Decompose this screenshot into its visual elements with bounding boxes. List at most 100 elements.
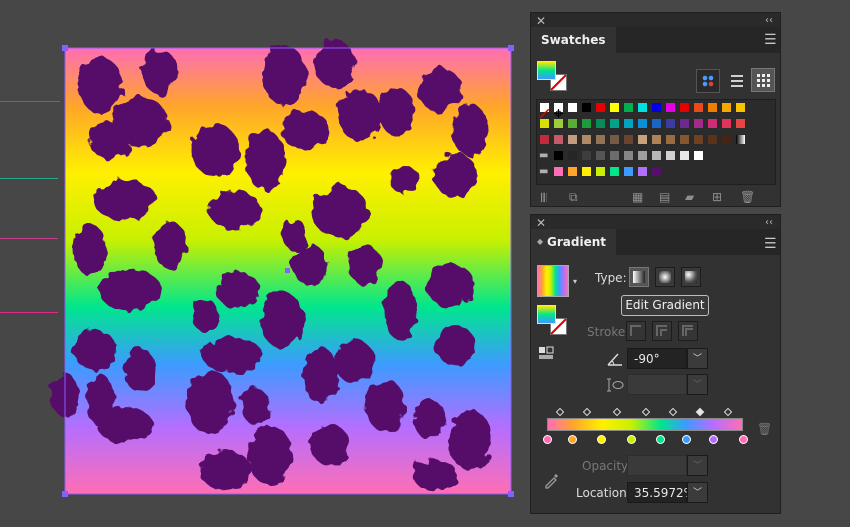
swatch[interactable] [581,102,592,113]
swatch[interactable] [637,102,648,113]
fill-stroke-icon[interactable] [537,61,569,93]
swatch-gradient[interactable] [735,134,746,145]
swatch[interactable] [609,134,620,145]
leopard-spot[interactable] [260,292,304,348]
gradient-midpoint[interactable] [582,407,592,417]
stroke-within-icon[interactable] [626,321,646,341]
swatch[interactable] [651,166,662,177]
selection-handle[interactable] [62,45,68,51]
swatch[interactable] [595,102,606,113]
panel-menu-icon[interactable]: ☰ [764,33,777,47]
panel-titlebar[interactable] [531,215,780,229]
swatch[interactable] [665,134,676,145]
swatch[interactable] [707,134,718,145]
swatch[interactable] [567,134,578,145]
tab-swatches[interactable]: Swatches [531,27,616,53]
reverse-gradient-icon[interactable] [537,345,557,361]
gradient-slider[interactable] [541,405,751,450]
swatch[interactable] [553,166,564,177]
swatch[interactable] [595,134,606,145]
swatch[interactable] [553,134,564,145]
swatch[interactable] [693,118,704,129]
swatch[interactable] [581,150,592,161]
leopard-spot[interactable] [338,89,382,141]
swatch-options-icon[interactable]: ▤ [659,190,670,204]
swatch-kind-icon[interactable]: ▦ [632,190,643,204]
collapse-icon[interactable]: ‹‹ [765,217,773,229]
swatch[interactable] [623,134,634,145]
collapse-icon[interactable]: ‹‹ [765,15,773,27]
leopard-spot[interactable] [302,347,338,403]
leopard-spot[interactable] [97,407,153,443]
leopard-spot[interactable] [418,68,462,112]
swatch[interactable] [721,118,732,129]
gradient-stop[interactable] [656,435,666,444]
swatch-grid[interactable]: ▬ ▬ [536,99,776,185]
swatch[interactable] [623,150,634,161]
swatch[interactable] [735,118,746,129]
leopard-spot[interactable] [365,379,405,431]
swatch[interactable] [595,118,606,129]
edit-gradient-button[interactable]: Edit Gradient [621,295,709,316]
swatch[interactable] [637,166,648,177]
delete-icon[interactable]: 🗑 [740,190,755,204]
leopard-spot[interactable] [88,122,132,158]
swatch[interactable] [539,118,550,129]
swatch-libraries-icon[interactable]: 𝄃𝄃 [541,191,546,205]
leopard-spot[interactable] [452,104,488,156]
leopard-spot[interactable] [98,270,162,310]
swatch[interactable] [609,166,620,177]
leopard-spot[interactable] [202,337,262,373]
leopard-spot[interactable] [245,130,285,190]
swatch-none[interactable] [539,102,550,119]
swatch[interactable] [651,102,662,113]
leopard-spot[interactable] [124,348,156,392]
swatch[interactable] [679,118,690,129]
gradient-midpoint[interactable] [641,407,651,417]
gradient-midpoint[interactable] [612,407,621,417]
selection-handle[interactable] [62,491,68,497]
swatch-registration[interactable] [553,102,564,118]
leopard-spot[interactable] [433,153,477,197]
leopard-spot[interactable] [414,400,446,440]
swatch[interactable] [567,166,578,177]
panel-titlebar[interactable] [531,13,780,27]
swatch[interactable] [679,134,690,145]
gradient-stop[interactable] [709,435,719,444]
swatch[interactable] [707,102,718,113]
dropdown-icon[interactable]: ﹀ [687,482,708,503]
swatch[interactable] [693,102,704,113]
swatch[interactable] [609,102,620,113]
close-icon[interactable]: ✕ [536,217,546,229]
gradient-midpoint[interactable] [669,407,678,417]
gradient-ramp[interactable] [547,418,743,431]
swatch[interactable] [735,102,746,113]
tab-gradient[interactable]: Gradient [531,229,616,255]
linear-gradient-icon[interactable] [629,267,649,287]
leopard-spot[interactable] [191,124,239,176]
swatch[interactable] [581,118,592,129]
swatch[interactable] [637,150,648,161]
leopard-spot[interactable] [154,221,186,269]
list-view-icon[interactable] [729,69,745,93]
new-group-icon[interactable]: ▰ [685,190,694,204]
place-swatches-icon[interactable]: ⧉ [569,190,578,204]
swatch[interactable] [553,150,564,161]
swatch[interactable] [651,134,662,145]
leopard-spot[interactable] [413,459,457,491]
swatch[interactable] [567,118,578,129]
stroke-across-icon[interactable] [678,321,698,341]
leopard-spot[interactable] [142,50,178,94]
gradient-stop[interactable] [567,435,577,444]
swatch[interactable] [721,102,732,113]
gradient-thumbnail-icon[interactable] [537,265,569,297]
leopard-spot[interactable] [448,410,492,470]
leopard-spot[interactable] [335,340,375,384]
leopard-spot[interactable] [216,272,260,308]
leopard-spot[interactable] [248,425,292,485]
swatch[interactable] [693,150,704,161]
leopard-spot[interactable] [435,325,475,365]
leopard-spot[interactable] [241,388,269,424]
gradient-midpoint[interactable] [555,407,564,417]
swatch[interactable] [693,134,704,145]
